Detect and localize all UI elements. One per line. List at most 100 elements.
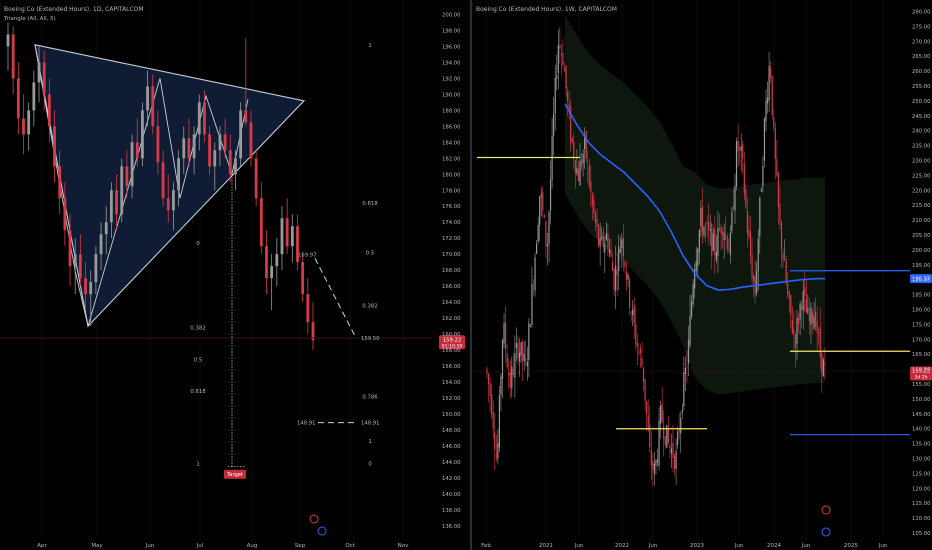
candle-body: [228, 150, 232, 175]
time-tick-label: Jun: [145, 543, 155, 549]
candle-body: [16, 78, 20, 119]
candle-body: [68, 230, 72, 267]
candle-body: [104, 222, 108, 235]
candle-body: [525, 358, 527, 361]
candle-body: [712, 233, 714, 251]
daily-chart-pane[interactable]: Target169.97159.50148.91 148.9110.61800.5…: [0, 0, 470, 550]
candle-body: [630, 312, 632, 314]
candle-body: [805, 299, 807, 313]
price-tick-label: 200.00: [442, 12, 461, 18]
chart-workspace[interactable]: Target169.97159.50148.91 148.9110.61800.5…: [0, 0, 932, 550]
ma-envelope: [565, 14, 825, 395]
projection-end-label: 159.50: [361, 336, 380, 342]
time-tick-label: Sep: [295, 543, 306, 549]
price-tick-label: 148.00: [442, 428, 461, 434]
candle-body: [576, 167, 578, 174]
projection-start-label: 169.97: [298, 252, 317, 258]
candle-body: [582, 153, 584, 164]
candle-body: [151, 86, 155, 127]
fib-level-label: 0.618: [362, 201, 378, 207]
candle-body: [259, 198, 263, 247]
candle-body: [109, 190, 113, 223]
candle-body: [669, 445, 671, 448]
candle-body: [534, 257, 536, 291]
price-tick-label: 240.00: [912, 129, 931, 135]
price-tick-label: 150.00: [912, 397, 931, 403]
price-tick-label: 120.00: [912, 486, 931, 492]
candle-body: [532, 284, 535, 286]
price-tick-label: 172.00: [442, 236, 461, 242]
time-tick-label: Jun: [648, 543, 658, 549]
candle-body: [135, 142, 139, 159]
price-tick-label: 160.00: [912, 367, 931, 373]
candle-body: [624, 262, 626, 267]
candle-body: [691, 302, 693, 317]
earnings-event-icon[interactable]: [821, 505, 831, 515]
candle-body: [528, 322, 530, 360]
candle-body: [563, 68, 566, 72]
weekly-time-axis[interactable]: Feb 2021 Jun 2022 Jun 2023 Jun 2024 Jun 2025 Jun: [481, 543, 888, 549]
price-tick-label: 190.00: [442, 92, 461, 98]
candle-body: [58, 166, 62, 199]
candle-body: [751, 255, 753, 278]
weekly-price-axis[interactable]: 280.00 275.00 270.00 265.00 260.00 255.00 250.…: [912, 9, 931, 537]
candle-body: [244, 110, 248, 123]
candle-body: [234, 158, 237, 175]
candle-body: [644, 379, 646, 401]
price-tick-label: 180.00: [912, 308, 931, 314]
candle-body: [706, 223, 708, 224]
candle-body: [197, 102, 201, 135]
candle-body: [542, 191, 544, 211]
candle-body: [813, 316, 815, 330]
candle-body: [737, 140, 739, 152]
fib-level-label: 0.5: [366, 251, 374, 257]
candle-body: [715, 251, 717, 261]
price-tick-label: 260.00: [912, 69, 931, 75]
candle-body: [492, 412, 494, 429]
candle-body: [120, 166, 124, 215]
candle-body: [658, 420, 660, 466]
candle-body: [726, 235, 728, 250]
candle-body: [689, 315, 691, 346]
candle-body: [611, 262, 614, 271]
time-tick-label: Nov: [398, 543, 409, 549]
candle-body: [818, 331, 820, 334]
candle-body: [557, 45, 559, 74]
candle-body: [802, 291, 804, 311]
candle-body: [635, 323, 637, 345]
candle-body: [810, 307, 812, 326]
candle-body: [301, 262, 305, 295]
candle-body: [725, 232, 727, 234]
candle-body: [704, 225, 707, 227]
dividend-event-icon[interactable]: [821, 527, 831, 537]
daily-chart-title: Boeing Co (Extended Hours), 1D, CAPITALC…: [4, 6, 144, 13]
price-tick-label: 154.00: [442, 380, 461, 386]
daily-indicator-label[interactable]: Triangle (All, All, 5): [3, 16, 56, 22]
candle-body: [526, 361, 528, 367]
candle-body: [776, 159, 778, 176]
fib-level-label: 0.382: [190, 326, 205, 332]
price-tick-label: 150.00: [442, 412, 461, 418]
bar-countdown: 3d 2h: [914, 374, 927, 380]
candle-body: [531, 284, 533, 325]
candle-body: [793, 329, 795, 335]
candle-body: [605, 233, 607, 240]
candle-body: [63, 198, 67, 231]
candle-body: [641, 357, 643, 367]
candle-body: [711, 223, 713, 257]
fib-level-label: 1: [368, 439, 371, 445]
candle-body: [782, 253, 784, 261]
price-tick-label: 152.00: [442, 396, 461, 402]
candle-body: [177, 158, 180, 191]
candle-body: [78, 254, 82, 279]
candle-body: [791, 320, 793, 333]
candle-body: [275, 254, 279, 267]
candle-body: [280, 218, 284, 255]
candle-body: [686, 367, 688, 369]
candle-body: [593, 199, 595, 214]
candle-body: [768, 65, 770, 101]
candle-body: [27, 110, 31, 135]
price-tick-label: 195.00: [912, 263, 931, 269]
candle-body: [537, 225, 539, 242]
weekly-chart-pane[interactable]: 190.37159.223d 2h 280.00275.00270.00265.…: [472, 0, 932, 549]
